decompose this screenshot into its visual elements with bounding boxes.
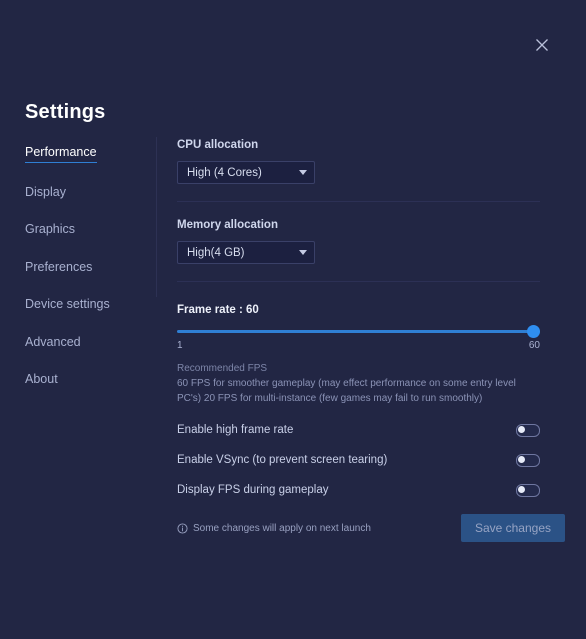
toggle-row-high-frame-rate: Enable high frame rate	[177, 420, 540, 440]
footer-note: Some changes will apply on next launch	[177, 523, 371, 534]
frame-rate-label: Frame rate : 60	[177, 304, 259, 316]
section-divider-1	[177, 201, 540, 202]
section-divider-2	[177, 281, 540, 282]
toggle-knob	[518, 455, 525, 463]
toggle-label-high-frame-rate: Enable high frame rate	[177, 424, 294, 436]
chevron-down-icon	[299, 170, 307, 175]
toggle-label-display-fps: Display FPS during gameplay	[177, 484, 329, 496]
toggle-list: Enable high frame rate Enable VSync (to …	[177, 420, 540, 500]
sidebar-item-performance[interactable]: Performance	[25, 146, 97, 163]
cpu-allocation-label: CPU allocation	[177, 139, 259, 151]
footer-bar: Some changes will apply on next launch S…	[177, 514, 565, 542]
sidebar-item-display[interactable]: Display	[25, 185, 66, 201]
recommended-fps-title: Recommended FPS	[177, 363, 268, 374]
memory-allocation-section: Memory allocation High(4 GB)	[177, 219, 540, 264]
close-icon	[536, 39, 548, 51]
sidebar-nav: Performance Display Graphics Preferences…	[25, 144, 145, 398]
save-changes-button[interactable]: Save changes	[460, 514, 565, 542]
frame-rate-min-label: 1	[177, 340, 183, 351]
chevron-down-icon	[299, 250, 307, 255]
info-circle-icon	[177, 522, 188, 534]
cpu-allocation-value: High (4 Cores)	[187, 166, 262, 179]
frame-rate-slider-thumb[interactable]	[527, 325, 540, 338]
memory-allocation-dropdown[interactable]: High(4 GB)	[177, 241, 315, 264]
sidebar-item-graphics[interactable]: Graphics	[25, 223, 75, 238]
memory-allocation-label: Memory allocation	[177, 219, 278, 231]
toggle-knob	[518, 485, 525, 493]
sidebar-item-device-settings[interactable]: Device settings	[25, 298, 110, 313]
footer-note-text: Some changes will apply on next launch	[193, 522, 371, 534]
toggle-display-fps[interactable]	[516, 483, 540, 497]
frame-rate-slider-track	[177, 330, 540, 333]
frame-rate-max-label: 60	[528, 340, 540, 351]
toggle-row-display-fps: Display FPS during gameplay	[177, 480, 540, 500]
toggle-label-vsync: Enable VSync (to prevent screen tearing)	[177, 454, 388, 466]
frame-rate-scale: 1 60	[177, 340, 540, 351]
toggle-vsync[interactable]	[516, 453, 540, 467]
toggle-knob	[518, 425, 525, 433]
page-title: Settings	[25, 101, 106, 123]
recommended-fps-text: 60 FPS for smoother gameplay (may effect…	[177, 378, 516, 404]
frame-rate-slider[interactable]	[177, 325, 540, 339]
sidebar-item-about[interactable]: About	[25, 373, 58, 388]
sidebar-divider	[156, 137, 157, 297]
toggle-row-vsync: Enable VSync (to prevent screen tearing)	[177, 450, 540, 470]
sidebar-item-preferences[interactable]: Preferences	[25, 260, 92, 276]
close-button[interactable]	[531, 34, 553, 56]
sidebar-item-advanced[interactable]: Advanced	[25, 335, 81, 351]
frame-rate-section: Frame rate : 60 1 60 Recommended FPS 60 …	[177, 304, 540, 406]
toggle-high-frame-rate[interactable]	[516, 423, 540, 437]
cpu-allocation-dropdown[interactable]: High (4 Cores)	[177, 161, 315, 184]
settings-content: CPU allocation High (4 Cores) Memory all…	[177, 139, 540, 510]
cpu-allocation-section: CPU allocation High (4 Cores)	[177, 139, 540, 184]
memory-allocation-value: High(4 GB)	[187, 246, 245, 259]
